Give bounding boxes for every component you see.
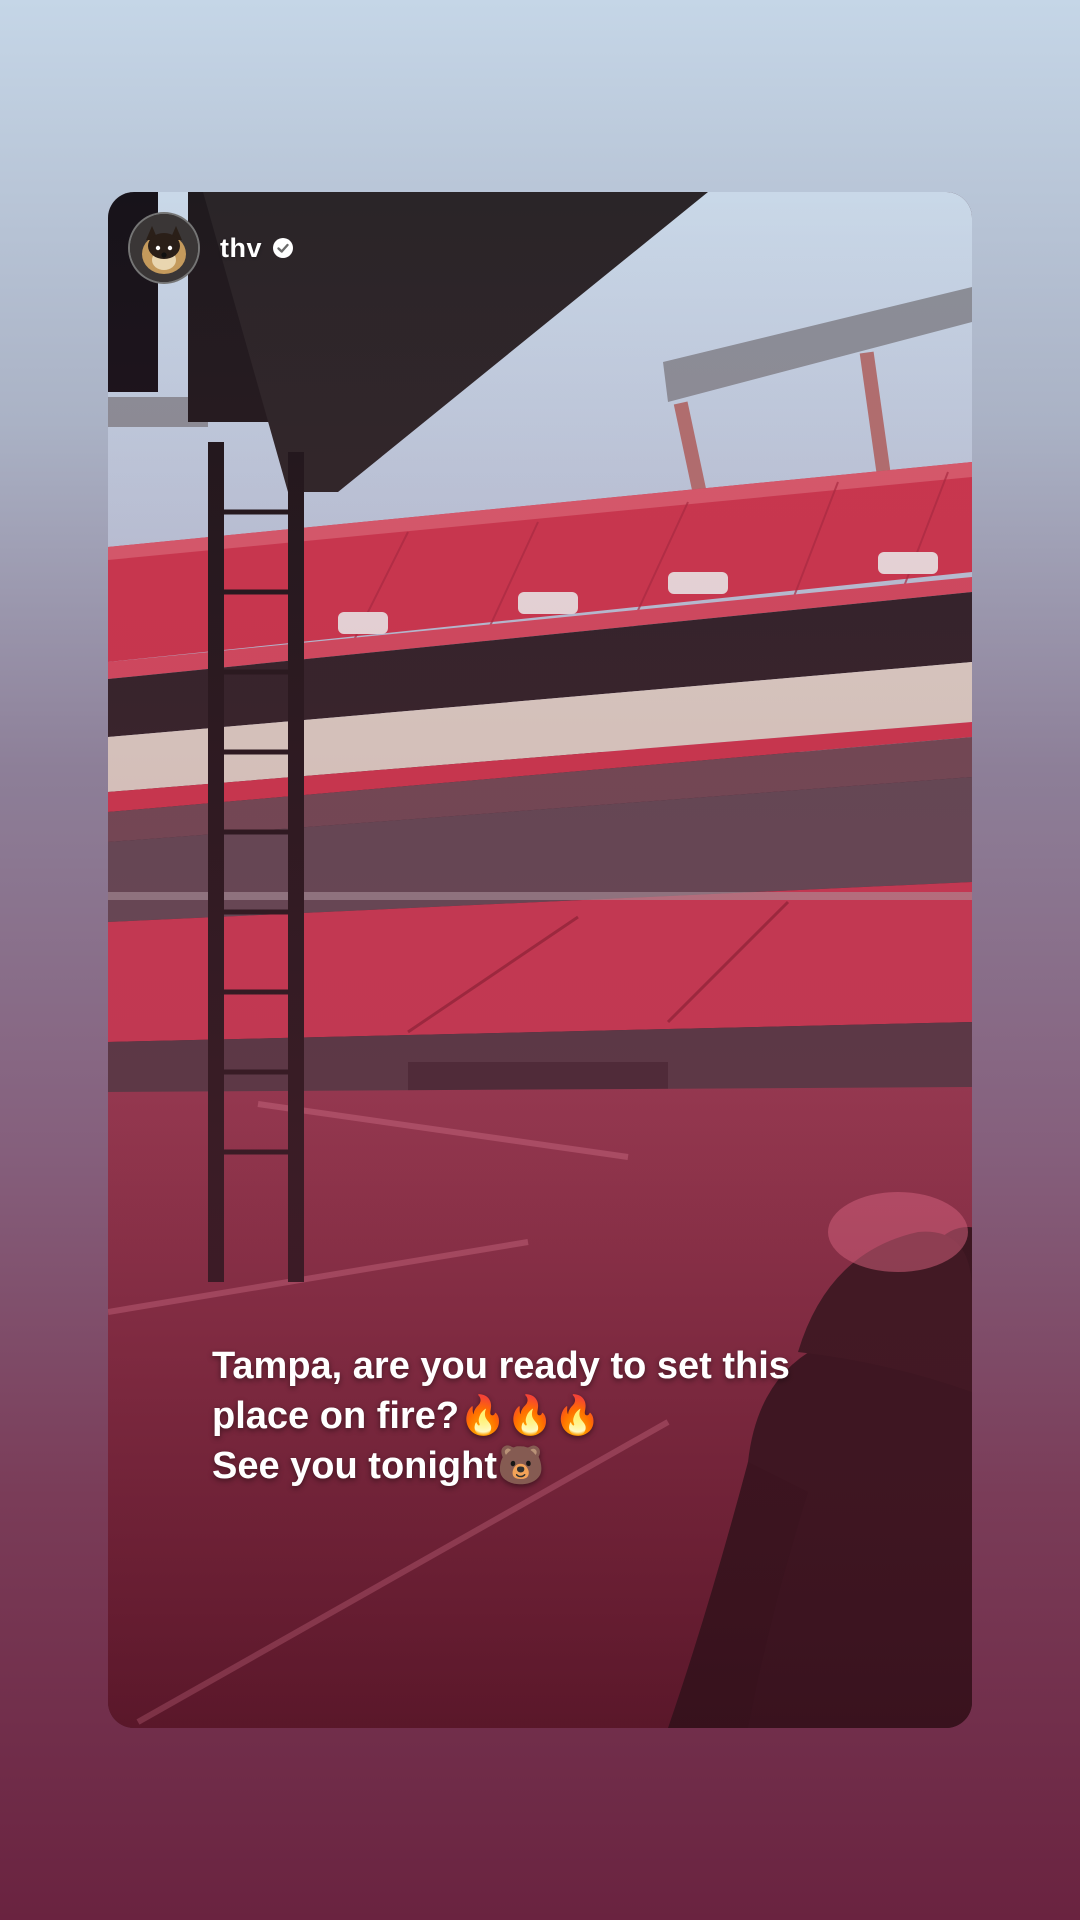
story-viewer: thv Tampa, are you ready to set this pla… <box>0 0 1080 1920</box>
caption-line-3-text: See you tonight <box>212 1445 497 1487</box>
bear-emoji-icon: 🐻 <box>497 1443 545 1487</box>
stadium-photo <box>108 192 972 1728</box>
story-caption: Tampa, are you ready to set this place o… <box>212 1342 932 1491</box>
caption-line-3: See you tonight🐻 <box>212 1441 932 1491</box>
caption-line-2: place on fire?🔥🔥🔥 <box>212 1391 932 1441</box>
profile-avatar[interactable] <box>128 212 200 284</box>
username-label[interactable]: thv <box>220 233 262 264</box>
pomeranian-dog-icon <box>130 214 198 282</box>
verified-badge-icon <box>273 238 293 258</box>
caption-line-2-text: place on fire? <box>212 1395 460 1437</box>
caption-line-1: Tampa, are you ready to set this <box>212 1345 790 1387</box>
story-header: thv <box>128 212 294 284</box>
story-card[interactable]: thv Tampa, are you ready to set this pla… <box>108 192 972 1728</box>
fire-emoji-icon: 🔥🔥🔥 <box>459 1393 602 1437</box>
